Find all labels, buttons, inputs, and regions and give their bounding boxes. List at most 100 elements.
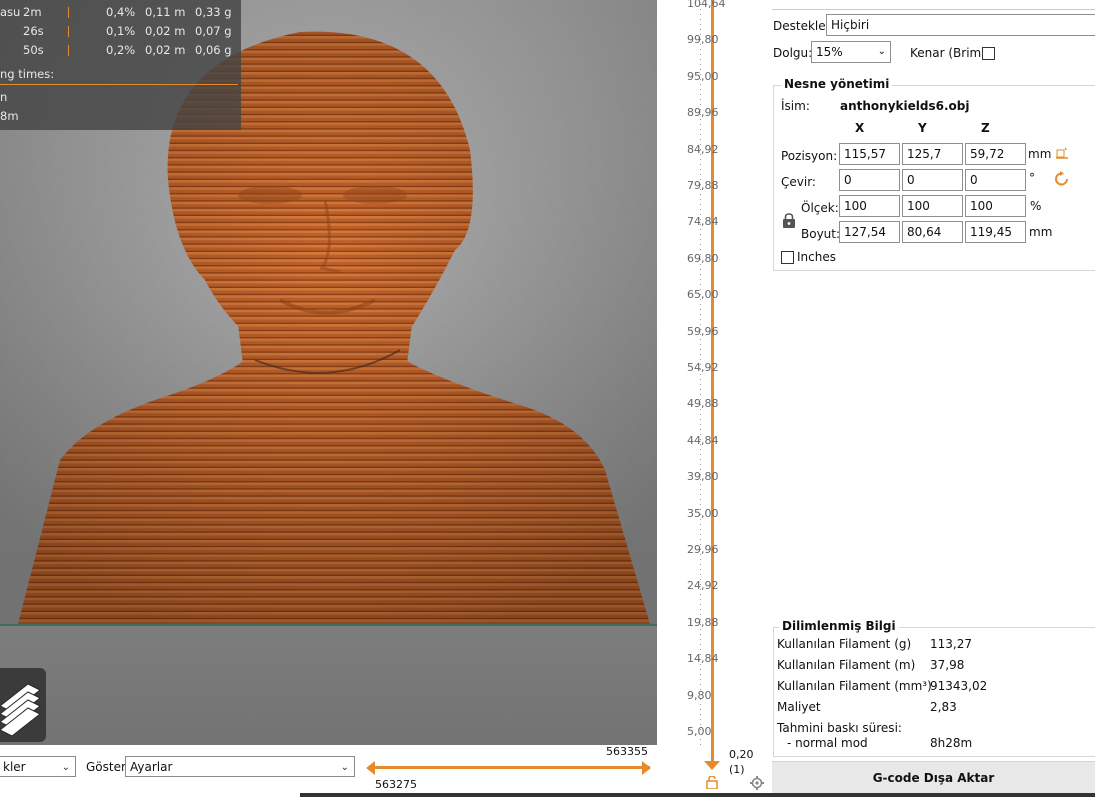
gear-icon[interactable] <box>750 776 764 790</box>
tick-mark <box>700 219 701 220</box>
scale-x-input[interactable]: 100 <box>839 195 900 217</box>
column-x: X <box>855 121 865 135</box>
position-unit: mm <box>1028 147 1052 161</box>
tick-mark <box>700 384 701 385</box>
object-manipulation-title: Nesne yönetimi <box>781 77 893 91</box>
position-y-input[interactable]: 125,7 <box>902 143 963 165</box>
tick-mark <box>700 694 701 695</box>
size-unit: mm <box>1029 225 1053 239</box>
layer-height-label: 54,92 <box>687 361 719 374</box>
tick-mark <box>700 404 701 405</box>
size-x-input[interactable]: 127,54 <box>839 221 900 243</box>
lock-icon[interactable] <box>706 775 718 790</box>
layer-height-label: 24,92 <box>687 579 719 593</box>
size-y-input[interactable]: 80,64 <box>902 221 963 243</box>
horizontal-slider-upper-thumb[interactable] <box>642 761 651 775</box>
tick-mark <box>700 449 701 450</box>
show-select[interactable]: Ayarlar ⌄ <box>125 756 355 777</box>
rotate-y-input[interactable]: 0 <box>902 169 963 191</box>
normal-mode-label: - normal mod <box>787 736 868 750</box>
object-name: anthonykields6.obj <box>840 99 970 113</box>
sliced-info-value: 37,98 <box>930 658 965 672</box>
tick-mark <box>700 159 701 160</box>
tick-mark <box>700 129 701 130</box>
tick-mark <box>700 389 701 390</box>
drop-to-bed-icon[interactable] <box>1056 147 1068 159</box>
layer-height-label: 74,84 <box>687 215 719 229</box>
column-z: Z <box>981 121 990 135</box>
scale-y-input[interactable]: 100 <box>902 195 963 217</box>
rotate-x-input[interactable]: 0 <box>839 169 900 191</box>
tick-mark <box>700 359 701 360</box>
tick-mark <box>700 719 701 720</box>
horizontal-slider-upper-value: 563355 <box>606 745 648 758</box>
scale-z-input[interactable]: 100 <box>965 195 1026 217</box>
rotate-z-input[interactable]: 0 <box>965 169 1026 191</box>
tick-mark <box>700 164 701 165</box>
tick-mark <box>700 489 701 490</box>
brim-checkbox[interactable] <box>982 47 995 60</box>
infill-select[interactable]: 15% ⌄ <box>811 41 891 63</box>
tick-mark <box>700 89 701 90</box>
tick-mark <box>700 244 701 245</box>
3d-viewport[interactable]: asu 2m 0,4% 0,11 m 0,33 g 26s 0,1% 0,02 … <box>0 0 657 745</box>
layer-slider[interactable]: 104,64 99,80 95,00 89,96 84,92 79,88 74,84 69,8… <box>657 0 772 797</box>
layer-slider-bottom-layer: (1) <box>729 763 745 776</box>
settings-panel: Destekler: Hiçbiri Dolgu: 15% ⌄ Kenar (B… <box>772 0 1095 797</box>
sliced-info-value: 2,83 <box>930 700 957 714</box>
position-z-input[interactable]: 59,72 <box>965 143 1026 165</box>
tick-mark <box>700 604 701 605</box>
tick-mark <box>700 434 701 435</box>
inches-checkbox[interactable] <box>781 251 794 264</box>
brim-label: Kenar (Brim): <box>910 46 990 60</box>
tick-mark <box>700 214 701 215</box>
stats-weight: 0,06 g <box>195 43 232 57</box>
export-gcode-button[interactable]: G-code Dışa Aktar <box>772 761 1095 794</box>
estimated-times-header: ng times: <box>0 67 55 81</box>
horizontal-slider-track[interactable] <box>370 766 650 769</box>
tick-mark <box>700 144 701 145</box>
tick-mark <box>700 504 701 505</box>
tick-mark <box>700 704 701 705</box>
tick-mark <box>700 634 701 635</box>
chevron-down-icon: ⌄ <box>877 46 886 57</box>
scale-unit: % <box>1030 199 1042 213</box>
tick-mark <box>700 339 701 340</box>
tick-mark <box>700 299 701 300</box>
supports-select[interactable]: Hiçbiri <box>826 14 1095 36</box>
stats-weight: 0,07 g <box>195 24 232 38</box>
size-z-input[interactable]: 119,45 <box>965 221 1026 243</box>
tick-mark <box>700 269 701 270</box>
reset-rotation-icon[interactable] <box>1054 171 1070 187</box>
scale-lock-icon[interactable] <box>782 213 796 229</box>
view-type-select[interactable]: kler ⌄ <box>0 756 76 777</box>
tick-mark <box>700 674 701 675</box>
tick-mark <box>700 59 701 60</box>
tick-mark <box>700 514 701 515</box>
layer-slider-lower-thumb[interactable] <box>704 761 720 770</box>
chevron-down-icon: ⌄ <box>340 762 349 773</box>
horizontal-slider-lower-thumb[interactable] <box>366 761 375 775</box>
layer-height-label: 59,96 <box>687 324 719 338</box>
chevron-down-icon: ⌄ <box>61 762 70 773</box>
tick-mark <box>700 379 701 380</box>
position-x-input[interactable]: 115,57 <box>839 143 900 165</box>
tick-mark <box>700 284 701 285</box>
layers-view-button[interactable] <box>0 668 46 742</box>
tick-mark <box>700 234 701 235</box>
tick-mark <box>700 34 701 35</box>
stats-time: 2m <box>23 5 42 19</box>
layer-height-label: 69,80 <box>687 251 719 265</box>
layer-height-label: 44,84 <box>687 433 719 447</box>
tick-mark <box>700 554 701 555</box>
tick-mark <box>700 524 701 525</box>
tick-mark <box>700 579 701 580</box>
tick-mark <box>700 19 701 20</box>
stats-length: 0,02 m <box>145 43 186 57</box>
stats-time: 50s <box>23 43 44 57</box>
tick-mark <box>700 189 701 190</box>
tick-mark <box>700 649 701 650</box>
print-stats-legend: asu 2m 0,4% 0,11 m 0,33 g 26s 0,1% 0,02 … <box>0 0 241 130</box>
tick-mark <box>700 79 701 80</box>
size-label: Boyut: <box>801 227 841 241</box>
